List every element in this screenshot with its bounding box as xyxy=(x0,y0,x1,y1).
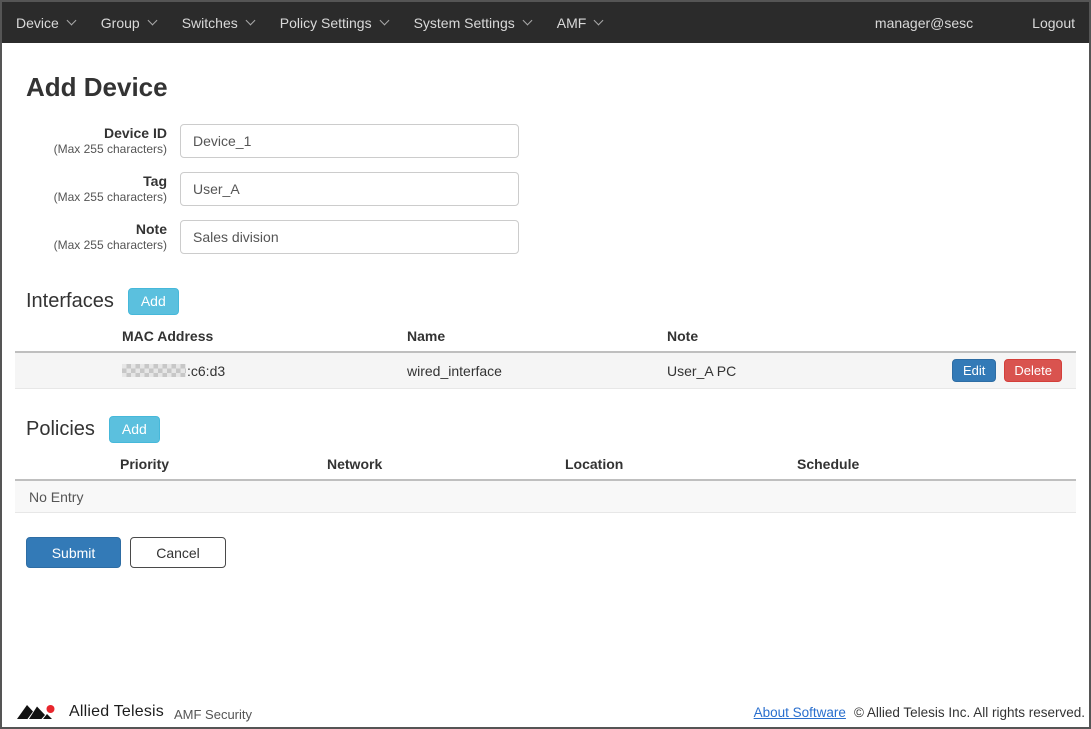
device-id-hint: (Max 255 characters) xyxy=(26,142,167,157)
page-footer: Allied Telesis AMF Security About Softwa… xyxy=(2,703,1089,727)
nav-item-switches[interactable]: Switches xyxy=(169,2,267,43)
interfaces-section-header: Interfaces Add xyxy=(26,288,1076,315)
chevron-down-icon xyxy=(379,16,389,26)
nav-item-label: System Settings xyxy=(414,15,515,31)
logged-in-user: manager@sesc xyxy=(862,15,986,31)
nav-item-label: Policy Settings xyxy=(280,15,372,31)
top-navbar: Device Group Switches Policy Settings Sy… xyxy=(2,2,1089,43)
nav-item-device[interactable]: Device xyxy=(3,2,88,43)
tag-hint: (Max 255 characters) xyxy=(26,190,167,205)
copyright-text: © Allied Telesis Inc. All rights reserve… xyxy=(854,705,1085,720)
note-input[interactable] xyxy=(180,220,519,254)
field-label-group: Tag (Max 255 characters) xyxy=(26,172,167,205)
footer-legal-group: About Software © Allied Telesis Inc. All… xyxy=(754,705,1085,720)
field-label-group: Device ID (Max 255 characters) xyxy=(26,124,167,157)
col-note: Note xyxy=(667,328,1076,344)
chevron-down-icon xyxy=(522,16,532,26)
interface-name-cell: wired_interface xyxy=(407,363,667,379)
policies-section-header: Policies Add xyxy=(26,416,1076,443)
mac-address-cell: :c6:d3 xyxy=(122,363,407,379)
page-title: Add Device xyxy=(26,72,1076,103)
interface-row: :c6:d3 wired_interface User_A PC Edit De… xyxy=(15,353,1076,389)
col-network: Network xyxy=(327,456,565,472)
policies-table: Priority Network Location Schedule No En… xyxy=(15,456,1076,513)
note-label: Note xyxy=(26,221,167,238)
chevron-down-icon xyxy=(594,16,604,26)
nav-item-label: Switches xyxy=(182,15,238,31)
policies-add-button[interactable]: Add xyxy=(109,416,160,443)
form-actions: Submit Cancel xyxy=(26,537,1076,568)
interfaces-table-header: MAC Address Name Note xyxy=(15,328,1076,353)
device-id-label: Device ID xyxy=(26,125,167,142)
about-software-link[interactable]: About Software xyxy=(754,705,846,720)
tag-input[interactable] xyxy=(180,172,519,206)
edit-button[interactable]: Edit xyxy=(952,359,996,382)
nav-item-policy-settings[interactable]: Policy Settings xyxy=(267,2,401,43)
mac-redacted-block xyxy=(122,364,186,377)
nav-item-label: Device xyxy=(16,15,59,31)
nav-item-label: AMF xyxy=(557,15,587,31)
brand-name: Allied Telesis xyxy=(69,703,164,721)
footer-brand-group: Allied Telesis AMF Security xyxy=(16,703,252,721)
mac-visible-suffix: :c6:d3 xyxy=(187,363,225,379)
nav-item-system-settings[interactable]: System Settings xyxy=(401,2,544,43)
form-row-device-id: Device ID (Max 255 characters) xyxy=(26,124,1076,158)
interface-note-cell: User_A PC xyxy=(667,363,952,379)
col-location: Location xyxy=(565,456,797,472)
col-name: Name xyxy=(407,328,667,344)
nav-item-amf[interactable]: AMF xyxy=(544,2,616,43)
policies-empty-row: No Entry xyxy=(15,481,1076,513)
form-row-note: Note (Max 255 characters) xyxy=(26,220,1076,254)
chevron-down-icon xyxy=(147,16,157,26)
policies-table-header: Priority Network Location Schedule xyxy=(15,456,1076,481)
interfaces-add-button[interactable]: Add xyxy=(128,288,179,315)
nav-item-label: Group xyxy=(101,15,140,31)
col-schedule: Schedule xyxy=(797,456,1076,472)
nav-item-group[interactable]: Group xyxy=(88,2,169,43)
chevron-down-icon xyxy=(245,16,255,26)
col-priority: Priority xyxy=(120,456,327,472)
policies-title: Policies xyxy=(26,418,95,441)
allied-telesis-logo-icon xyxy=(16,704,62,721)
field-label-group: Note (Max 255 characters) xyxy=(26,220,167,253)
interfaces-title: Interfaces xyxy=(26,290,114,313)
app-window: Device Group Switches Policy Settings Sy… xyxy=(0,0,1091,729)
logout-button[interactable]: Logout xyxy=(1018,2,1089,43)
device-id-input[interactable] xyxy=(180,124,519,158)
form-row-tag: Tag (Max 255 characters) xyxy=(26,172,1076,206)
cancel-button[interactable]: Cancel xyxy=(130,537,226,568)
interface-row-actions: Edit Delete xyxy=(952,359,1076,382)
delete-button[interactable]: Delete xyxy=(1004,359,1062,382)
col-mac-address: MAC Address xyxy=(122,328,407,344)
chevron-down-icon xyxy=(66,16,76,26)
submit-button[interactable]: Submit xyxy=(26,537,121,568)
main-content: Add Device Device ID (Max 255 characters… xyxy=(2,43,1089,703)
add-device-form: Device ID (Max 255 characters) Tag (Max … xyxy=(26,124,1076,254)
tag-label: Tag xyxy=(26,173,167,190)
no-entry-text: No Entry xyxy=(29,489,83,505)
interfaces-table: MAC Address Name Note :c6:d3 wired_inter… xyxy=(15,328,1076,389)
note-hint: (Max 255 characters) xyxy=(26,238,167,253)
app-name: AMF Security xyxy=(174,707,252,722)
